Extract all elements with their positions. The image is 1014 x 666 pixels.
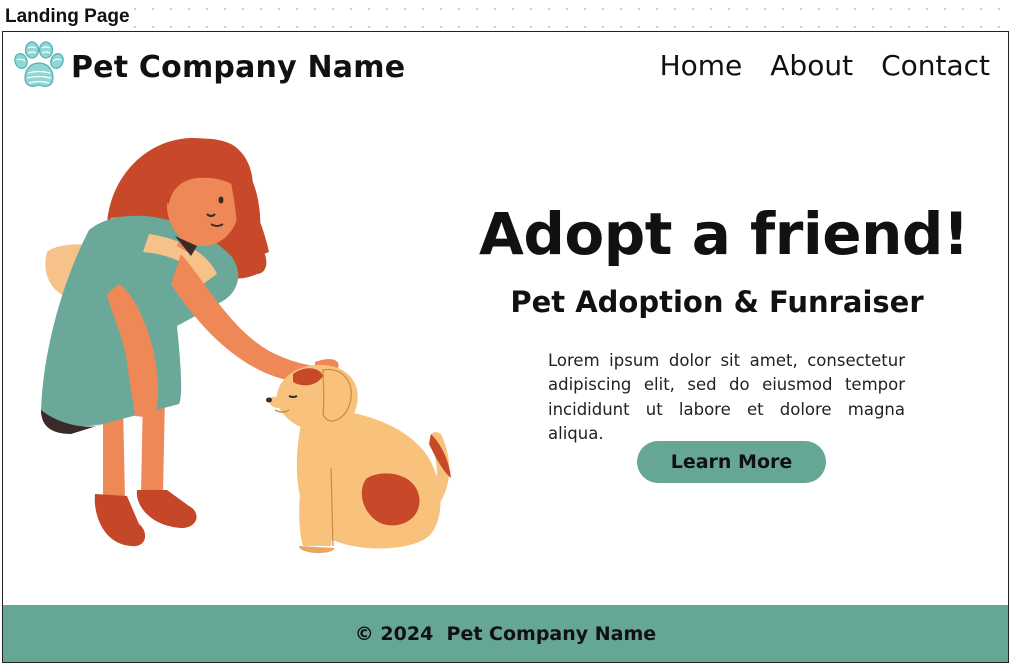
footer-copyright: © 2024 Pet Company Name <box>354 622 657 645</box>
hero-body-text: Lorem ipsum dolor sit amet, consectetur … <box>548 350 905 444</box>
landing-page-frame: Pet Company Name Home About Contact Adop… <box>2 31 1009 663</box>
frame-label: Landing Page <box>3 6 132 28</box>
hero-title: Adopt a friend! <box>479 200 969 268</box>
girl-petting-dog-illustration <box>40 137 451 554</box>
main-nav: Home About Contact <box>660 49 990 82</box>
nav-contact[interactable]: Contact <box>881 49 990 82</box>
nav-home[interactable]: Home <box>660 49 743 82</box>
learn-more-button[interactable]: Learn More <box>637 441 826 483</box>
nav-about[interactable]: About <box>770 49 853 82</box>
paw-print-icon <box>14 41 64 87</box>
hero-subtitle: Pet Adoption & Funraiser <box>510 285 924 319</box>
footer: © 2024 Pet Company Name <box>3 605 1008 662</box>
brand-name[interactable]: Pet Company Name <box>71 50 405 85</box>
